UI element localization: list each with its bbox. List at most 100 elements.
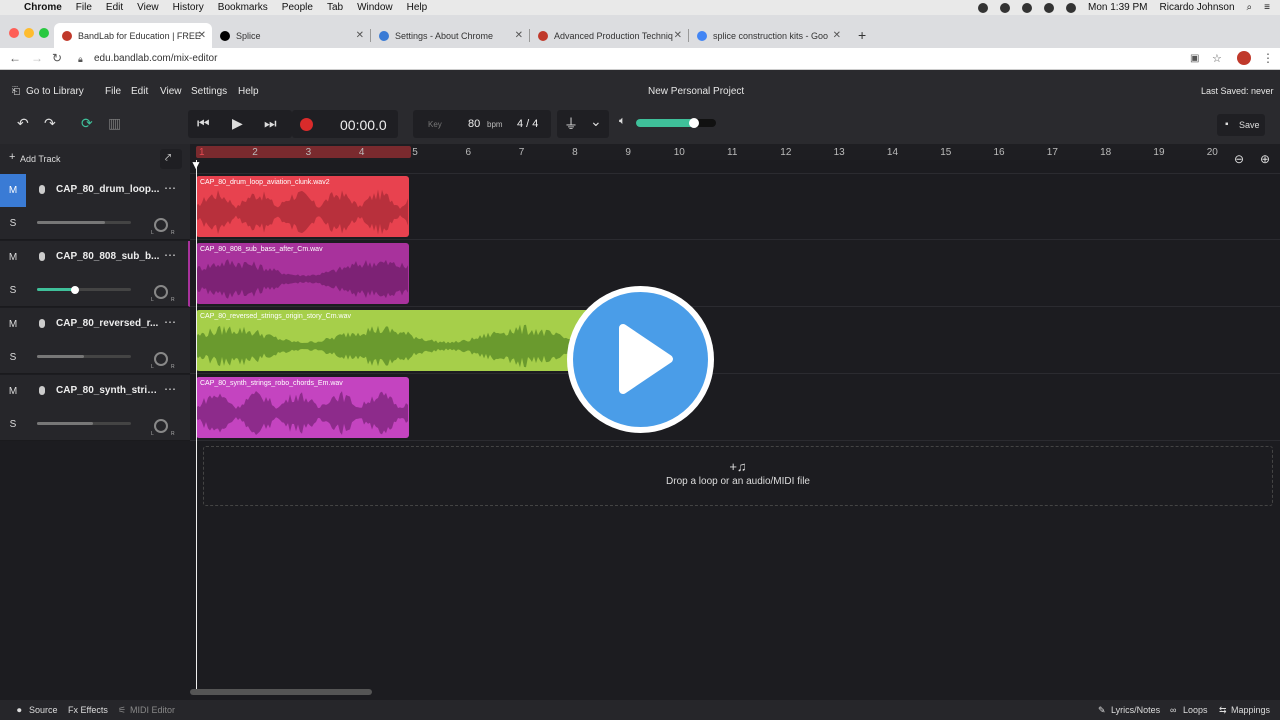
track-volume-slider[interactable] <box>37 288 131 291</box>
play-icon[interactable]: ▶ <box>232 115 243 132</box>
maximize-window-button[interactable] <box>39 28 49 38</box>
menubar-clock[interactable]: Mon 1:39 PM <box>1088 2 1147 13</box>
redo-icon[interactable]: ↷ <box>44 115 56 132</box>
menubar-item-help[interactable]: Help <box>407 2 428 13</box>
go-to-library-link[interactable]: Go to Library <box>26 86 84 97</box>
track-lane[interactable]: CAP_80_reversed_strings_origin_story_Cm.… <box>190 308 1280 374</box>
video-play-button[interactable] <box>567 286 714 433</box>
status-icon[interactable] <box>978 2 989 13</box>
playhead-marker-icon[interactable]: ▼ <box>190 158 202 172</box>
browser-tab-google-search[interactable]: splice construction kits - Goo ✕ <box>689 23 847 48</box>
browser-tab-advanced-production[interactable]: Advanced Production Techniq ✕ <box>530 23 688 48</box>
menu-list-icon[interactable]: ≡ <box>1264 2 1270 13</box>
mappings-tab[interactable]: Mappings <box>1231 705 1270 715</box>
close-tab-icon[interactable]: ✕ <box>833 30 841 41</box>
track-volume-slider[interactable] <box>37 422 131 425</box>
menubar-item-edit[interactable]: Edit <box>106 2 123 13</box>
close-window-button[interactable] <box>9 28 19 38</box>
back-icon[interactable]: ← <box>9 51 21 65</box>
solo-button[interactable]: S <box>0 207 26 240</box>
menubar-user[interactable]: Ricardo Johnson <box>1160 2 1235 13</box>
zoom-out-icon[interactable]: ⊖ <box>1234 152 1244 166</box>
solo-button[interactable]: S <box>0 274 26 307</box>
app-menu-settings[interactable]: Settings <box>191 86 227 97</box>
drop-zone[interactable]: +♫ Drop a loop or an audio/MIDI file <box>203 446 1273 506</box>
audio-clip[interactable]: CAP_80_drum_loop_aviation_clunk.wav2 <box>196 176 410 237</box>
menubar-item-file[interactable]: File <box>76 2 92 13</box>
loop-icon[interactable]: ⟳ <box>81 115 93 132</box>
pan-knob[interactable] <box>154 419 168 433</box>
track-options-icon[interactable]: ⋯ <box>164 382 176 396</box>
bookmark-star-icon[interactable]: ☆ <box>1212 52 1222 65</box>
add-track-button[interactable]: Add Track <box>20 154 61 164</box>
mute-button[interactable]: M <box>0 241 26 274</box>
split-view-icon[interactable]: ▥ <box>108 115 121 132</box>
solo-button[interactable]: S <box>0 408 26 441</box>
track-lane[interactable]: CAP_80_808_sub_bass_after_Cm.wav <box>190 241 1280 307</box>
loop-region[interactable] <box>196 146 412 158</box>
audio-clip[interactable]: CAP_80_808_sub_bass_after_Cm.wav <box>196 243 410 304</box>
skip-back-icon[interactable]: ⏮ <box>197 115 210 132</box>
browser-tab-settings[interactable]: Settings - About Chrome ✕ <box>371 23 529 48</box>
app-menu-help[interactable]: Help <box>238 86 259 97</box>
close-tab-icon[interactable]: ✕ <box>198 30 206 41</box>
menubar-item-window[interactable]: Window <box>357 2 393 13</box>
forward-icon[interactable]: → <box>31 51 43 65</box>
loops-tab[interactable]: Loops <box>1183 705 1208 715</box>
track-volume-slider[interactable] <box>37 221 131 224</box>
minimize-window-button[interactable] <box>24 28 34 38</box>
time-signature[interactable]: 4 / 4 <box>517 118 538 130</box>
menubar-item-bookmarks[interactable]: Bookmarks <box>218 2 268 13</box>
close-tab-icon[interactable]: ✕ <box>515 30 523 41</box>
close-tab-icon[interactable]: ✕ <box>674 30 682 41</box>
source-tab[interactable]: Source <box>29 705 58 715</box>
lyrics-notes-tab[interactable]: Lyrics/Notes <box>1111 705 1160 715</box>
app-menu-file[interactable]: File <box>105 86 121 97</box>
bpm-value[interactable]: 80 <box>468 118 480 130</box>
status-icon[interactable] <box>1022 2 1033 13</box>
metronome-icon[interactable]: ⏚ <box>564 114 578 134</box>
add-icon[interactable]: + <box>9 151 15 163</box>
wifi-icon[interactable] <box>1066 2 1077 13</box>
track-name[interactable]: CAP_80_808_sub_b... <box>56 251 160 262</box>
horizontal-scrollbar[interactable] <box>190 689 372 695</box>
track-header[interactable]: M S CAP_80_drum_loop... ⋯ L R <box>0 174 190 240</box>
menubar-item-history[interactable]: History <box>173 2 204 13</box>
save-button[interactable]: ▪ Save <box>1217 114 1265 136</box>
zoom-in-icon[interactable]: ⊕ <box>1260 152 1270 166</box>
pan-knob[interactable] <box>154 285 168 299</box>
chrome-menu-icon[interactable]: ⋮ <box>1262 51 1274 65</box>
track-options-icon[interactable]: ⋯ <box>164 315 176 329</box>
track-lane[interactable]: CAP_80_synth_strings_robo_chords_Em.wav <box>190 375 1280 441</box>
track-header[interactable]: M S CAP_80_808_sub_b... ⋯ L R <box>0 241 190 307</box>
audio-clip[interactable]: CAP_80_synth_strings_robo_chords_Em.wav <box>196 377 410 438</box>
timeline-ruler[interactable]: 1 2 3 4 5 6 7 8 9 10 11 12 13 14 15 16 17 18 19 20 <box>190 144 1280 160</box>
track-volume-slider[interactable] <box>37 355 131 358</box>
track-options-icon[interactable]: ⋯ <box>164 248 176 262</box>
mute-button[interactable]: M <box>0 308 26 341</box>
app-menu-view[interactable]: View <box>160 86 182 97</box>
app-menu-edit[interactable]: Edit <box>131 86 148 97</box>
effects-tab[interactable]: Fx Effects <box>68 705 108 715</box>
lock-icon[interactable]: 🔒︎ <box>78 54 83 65</box>
master-volume-slider[interactable] <box>636 119 716 127</box>
spotlight-icon[interactable]: ⌕ <box>1247 2 1253 13</box>
record-button[interactable] <box>300 118 313 131</box>
menubar-item-people[interactable]: People <box>282 2 313 13</box>
track-header[interactable]: M S CAP_80_reversed_r... ⋯ L R <box>0 308 190 374</box>
audio-clip[interactable]: CAP_80_reversed_strings_origin_story_Cm.… <box>196 310 623 371</box>
skip-forward-icon[interactable]: ⏭ <box>264 115 277 132</box>
library-icon[interactable]: ⎗ <box>12 86 20 97</box>
track-name[interactable]: CAP_80_drum_loop... <box>56 184 160 195</box>
key-selector[interactable]: Key <box>428 120 442 129</box>
undo-icon[interactable]: ↶ <box>17 115 29 132</box>
menubar-item-view[interactable]: View <box>137 2 159 13</box>
pan-knob[interactable] <box>154 352 168 366</box>
extension-icon[interactable]: ▣ <box>1190 53 1199 64</box>
new-tab-button[interactable]: + <box>858 27 866 43</box>
chevron-down-icon[interactable]: ⌄ <box>590 113 602 130</box>
menubar-item-tab[interactable]: Tab <box>327 2 343 13</box>
status-icon[interactable] <box>1000 2 1011 13</box>
project-title[interactable]: New Personal Project <box>648 86 744 97</box>
track-options-icon[interactable]: ⋯ <box>164 181 176 195</box>
